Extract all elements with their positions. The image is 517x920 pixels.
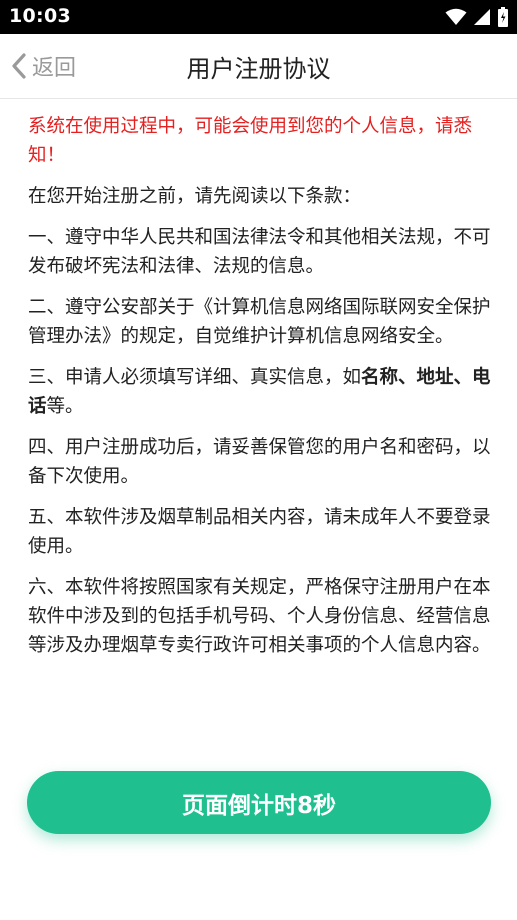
agreement-content: 系统在使用过程中，可能会使用到您的个人信息，请悉知！ 在您开始注册之前，请先阅读… [28,112,494,672]
agreement-intro: 在您开始注册之前，请先阅读以下条款： [28,186,362,207]
clause-3: 三、申请人必须填写详细、真实信息，如名称、地址、电话等。 [28,363,494,421]
signal-icon [473,8,491,26]
clause-3-end: 等。 [46,396,84,417]
clause-1: 一、遵守中华人民共和国法律法令和其他相关法规，不可发布破坏宪法和法律、法规的信息… [28,227,491,277]
clause-3-text: 三、申请人必须填写详细、真实信息，如 [28,367,362,388]
clause-5: 五、本软件涉及烟草制品相关内容，请未成年人不要登录使用。 [28,507,491,557]
status-icons [445,7,509,27]
nav-bar: 返回 用户注册协议 [0,34,517,99]
clause-4: 四、用户注册成功后，请妥善保管您的用户名和密码，以备下次使用。 [28,437,491,487]
clause-2: 二、遵守公安部关于《计算机信息网络国际联网安全保护管理办法》的规定，自觉维护计算… [28,297,491,347]
battery-icon [497,7,509,27]
status-bar: 10:03 [0,0,517,34]
privacy-warning: 系统在使用过程中，可能会使用到您的个人信息，请悉知！ [28,116,473,166]
page-title: 用户注册协议 [186,55,331,83]
clause-6: 六、本软件将按照国家有关规定，严格保守注册用户在本软件中涉及到的包括手机号码、个… [28,577,491,656]
countdown-button[interactable]: 页面倒计时8秒 [27,771,491,834]
status-time: 10:03 [9,5,71,27]
wifi-icon [445,8,467,26]
